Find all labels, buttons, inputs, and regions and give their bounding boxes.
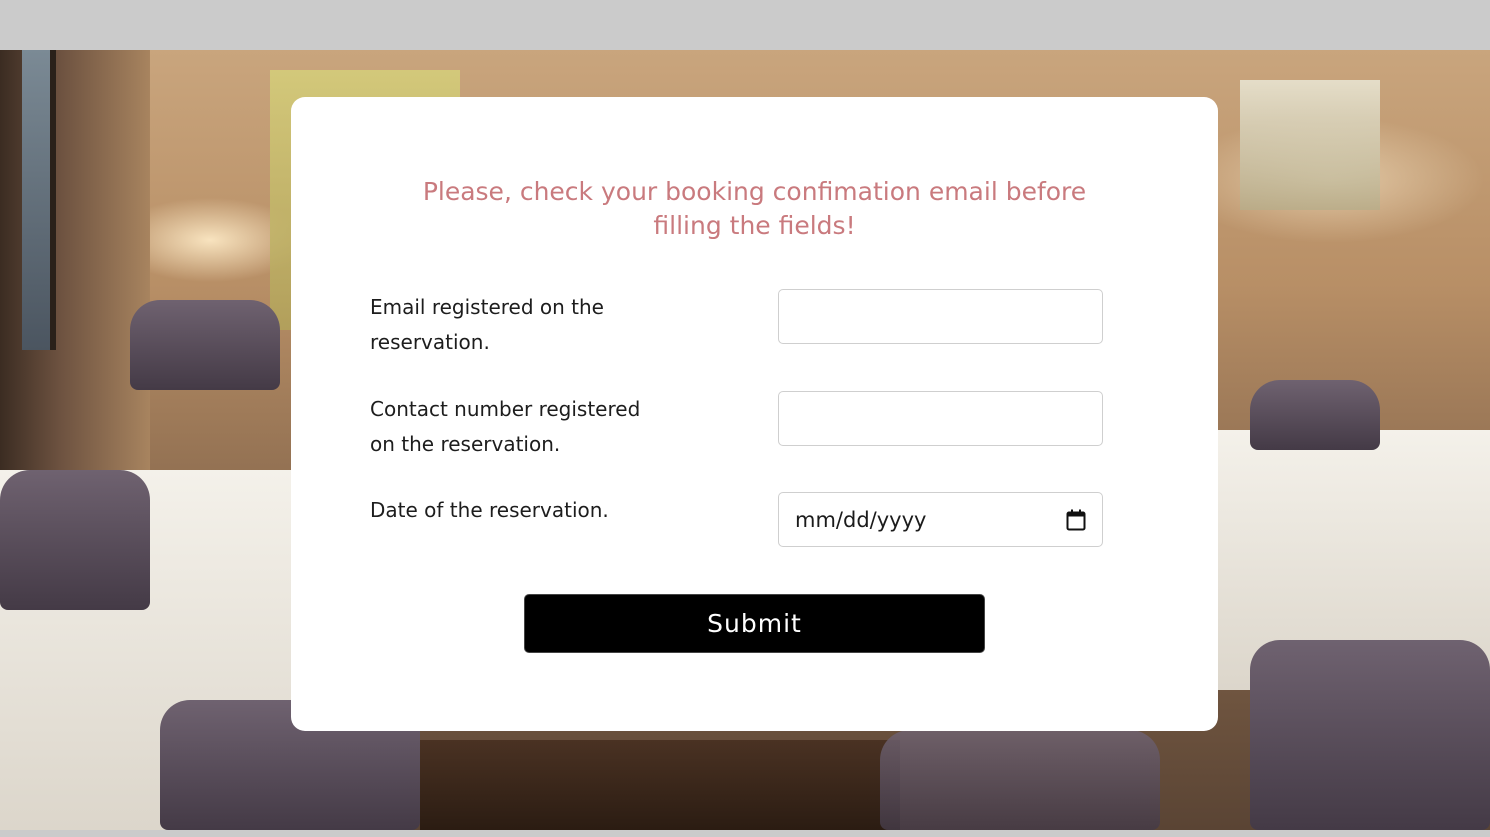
background-floor [420, 740, 900, 830]
background-chair [1250, 380, 1380, 450]
background-window [22, 50, 56, 350]
calendar-icon[interactable] [1066, 509, 1086, 531]
contact-number-field[interactable] [778, 391, 1103, 446]
background-chair [880, 730, 1160, 830]
email-label: Email registered on the reservation. [370, 295, 604, 354]
background-chair [130, 300, 280, 390]
top-bar [0, 0, 1490, 50]
submit-button[interactable]: Submit [524, 594, 985, 653]
contact-number-label: Contact number registered on the reserva… [370, 397, 641, 456]
date-placeholder: mm/dd/yyyy [795, 507, 927, 532]
background-bottle-shelf [1240, 80, 1380, 210]
background-chair [1250, 640, 1490, 830]
reservation-date-label: Date of the reservation. [370, 498, 609, 522]
form-heading: Please, check your booking confimation e… [422, 177, 1087, 240]
bottom-bar [0, 830, 1490, 837]
background-chair [0, 470, 150, 610]
booking-check-form: Please, check your booking confimation e… [291, 97, 1218, 731]
reservation-date-input[interactable]: mm/dd/yyyy [778, 492, 1103, 547]
email-field[interactable] [778, 289, 1103, 344]
